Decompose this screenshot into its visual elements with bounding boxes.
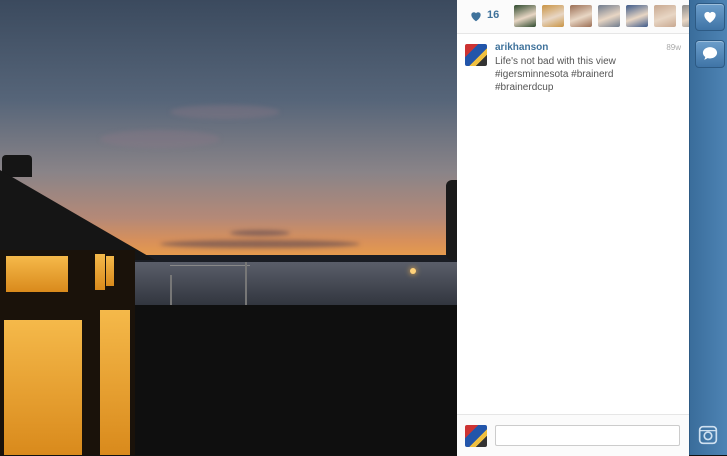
lantern-pane (95, 254, 105, 290)
liker-avatar[interactable] (654, 5, 676, 27)
net-pole (245, 262, 247, 307)
comments-area (457, 100, 689, 413)
instagram-icon[interactable] (698, 425, 718, 445)
post-details-panel: 16 arikhanson 89w Life's not bad with th… (457, 0, 704, 456)
lantern-pane (6, 256, 68, 292)
lantern (0, 155, 160, 455)
cloud (100, 130, 220, 148)
comment-footer (457, 414, 689, 456)
comment-button[interactable] (695, 40, 725, 68)
tree-silhouette (446, 180, 457, 260)
liker-avatar[interactable] (542, 5, 564, 27)
cloud (230, 230, 290, 236)
caption-text: Life's not bad with this view #igersminn… (495, 56, 616, 93)
username-link[interactable]: arikhanson (495, 42, 548, 53)
liker-avatar[interactable] (626, 5, 648, 27)
lantern-pane (4, 320, 82, 455)
liker-avatar[interactable] (598, 5, 620, 27)
avatar (465, 425, 487, 447)
net-pole (170, 275, 172, 307)
lantern-body (0, 250, 135, 455)
dock-lamp (410, 268, 416, 274)
comment-icon (702, 47, 718, 60)
post-photo (0, 0, 457, 455)
action-rail (689, 0, 727, 455)
caption-comment: arikhanson 89w Life's not bad with this … (457, 34, 689, 101)
likes-bar: 16 (457, 0, 704, 34)
likes-count[interactable]: 16 (487, 9, 499, 21)
liker-avatar[interactable] (570, 5, 592, 27)
volleyball-net (170, 265, 250, 306)
avatar[interactable] (465, 44, 487, 66)
liker-avatar[interactable] (514, 5, 536, 27)
lantern-pane (106, 256, 114, 286)
cloud (170, 105, 280, 119)
like-button[interactable] (695, 3, 725, 31)
lantern-roof (0, 170, 155, 260)
lantern-pane (100, 310, 130, 455)
comment-input[interactable] (495, 425, 680, 446)
cloud (160, 240, 360, 248)
heart-icon (704, 11, 716, 23)
timestamp: 89w (666, 43, 681, 52)
heart-icon[interactable] (469, 9, 483, 23)
